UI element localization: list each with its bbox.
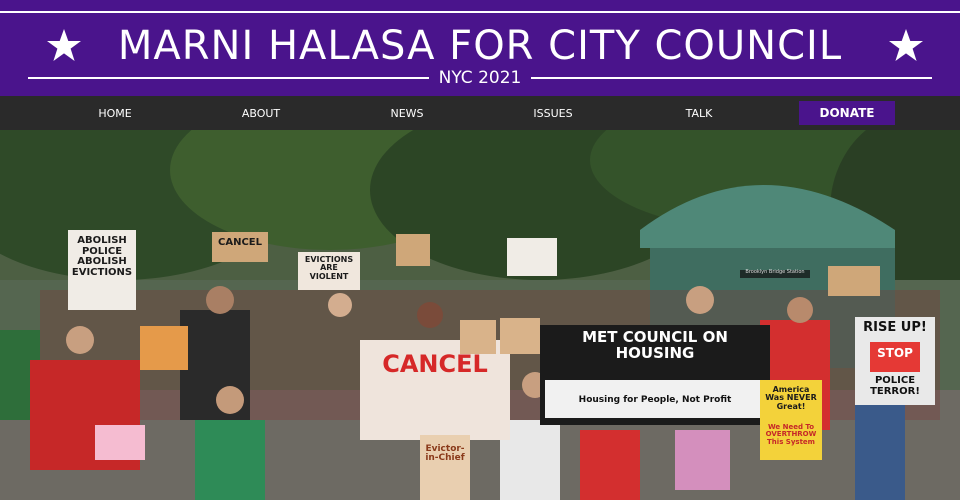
- nav-item-issues[interactable]: ISSUES: [480, 107, 626, 120]
- sign-overthrow: We Need To OVERTHROW This System: [765, 423, 817, 446]
- header-divider-top: [0, 11, 960, 13]
- sign-evictor-in-chief: Evictor-in-Chief: [425, 444, 465, 464]
- sign-stop: STOP: [877, 346, 913, 360]
- station-sign: Brooklyn Bridge Station: [745, 269, 805, 275]
- sign-america: America Was NEVER Great!: [765, 385, 817, 411]
- campaign-header-banner: MARNI HALASA FOR CITY COUNCIL NYC 2021: [0, 0, 960, 96]
- star-icon: [889, 29, 923, 61]
- sign-met-council-sub: Housing for People, Not Profit: [578, 395, 732, 405]
- nav-item-home[interactable]: HOME: [42, 107, 188, 120]
- nav-item-talk[interactable]: TALK: [626, 107, 772, 120]
- sign-cancel-small: CANCEL: [218, 237, 262, 248]
- sign-police-terror: POLICE TERROR!: [870, 375, 920, 397]
- subtitle-divider-right: [531, 77, 932, 79]
- subtitle-divider-left: [28, 77, 429, 79]
- page-subtitle: NYC 2021: [438, 68, 522, 88]
- main-navigation: HOME ABOUT NEWS ISSUES TALK DONATE: [0, 96, 960, 130]
- sign-cancel: CANCEL: [382, 350, 488, 378]
- subtitle-row: NYC 2021: [28, 66, 932, 90]
- hero-rally-photo: MET COUNCIL ON HOUSING Housing for Peopl…: [0, 130, 960, 500]
- nav-item-about[interactable]: ABOUT: [188, 107, 334, 120]
- sign-abolish: ABOLISH POLICE ABOLISH EVICTIONS: [71, 235, 133, 278]
- nav-item-news[interactable]: NEWS: [334, 107, 480, 120]
- sign-evictions: EVICTIONS ARE VIOLENT: [304, 255, 354, 281]
- sign-met-council: MET COUNCIL ON HOUSING: [582, 328, 728, 362]
- donate-button[interactable]: DONATE: [799, 101, 895, 125]
- sign-rise-up: RISE UP!: [863, 320, 927, 335]
- page-title: MARNI HALASA FOR CITY COUNCIL: [117, 23, 843, 69]
